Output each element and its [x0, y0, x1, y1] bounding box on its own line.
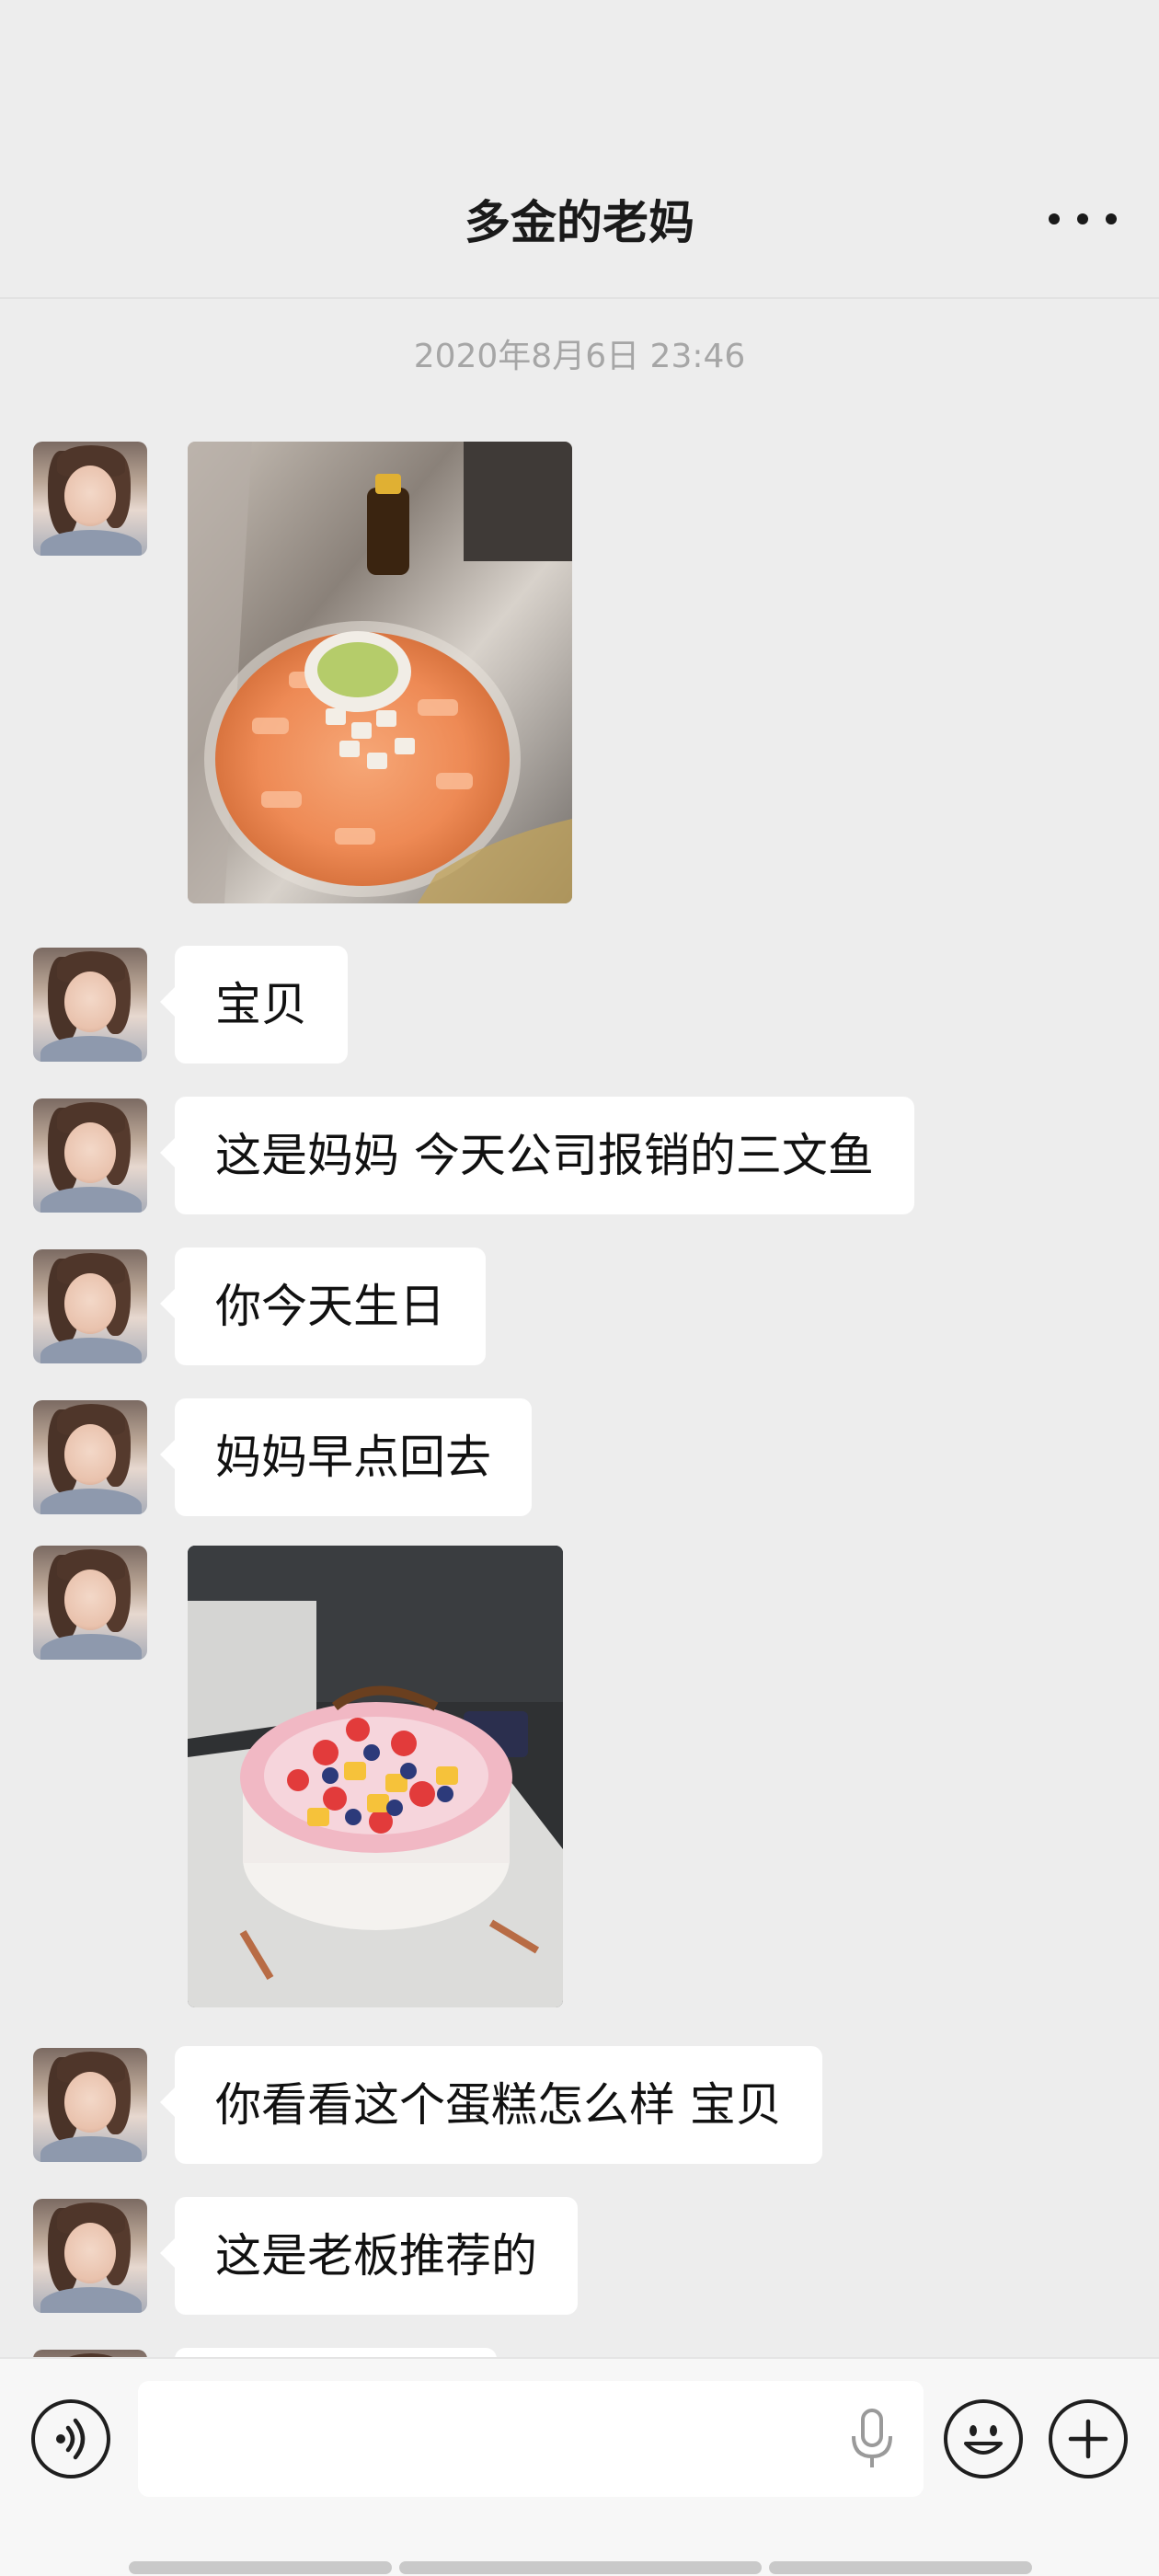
more-icon-dot [1077, 213, 1088, 224]
salmon-sashimi-photo[interactable] [188, 442, 572, 903]
message-bubble[interactable]: 这是老板推荐的 [160, 2197, 578, 2315]
message-list[interactable]: 2020年8月6日 23:46 宝贝 这是妈妈 今天公司报销的三文鱼 你今天生日… [0, 300, 1159, 2357]
input-bar [0, 2357, 1159, 2576]
message-bubble[interactable]: 你今天生日 [160, 1248, 486, 1365]
more-icon-dot [1106, 213, 1117, 224]
avatar[interactable] [33, 2350, 147, 2357]
avatar[interactable] [33, 442, 147, 556]
avatar[interactable] [33, 948, 147, 1062]
avatar[interactable] [33, 1098, 147, 1213]
chat-header: 多金的老妈 [0, 120, 1159, 299]
message-input[interactable] [138, 2381, 924, 2497]
message-bubble[interactable]: 这是妈妈 今天公司报销的三文鱼 [160, 1097, 914, 1214]
nav-gesture-bar[interactable] [769, 2561, 1032, 2574]
avatar[interactable] [33, 2048, 147, 2162]
avatar[interactable] [33, 2199, 147, 2313]
fruit-cake-photo[interactable] [188, 1546, 563, 2007]
message-bubble[interactable]: 你看看这个蛋糕怎么样 宝贝 [160, 2046, 822, 2164]
avatar[interactable] [33, 1400, 147, 1514]
more-options-button[interactable] [1049, 201, 1117, 237]
nav-gesture-bar[interactable] [129, 2561, 392, 2574]
nav-gesture-bar[interactable] [399, 2561, 762, 2574]
emoji-icon[interactable] [944, 2399, 1023, 2478]
avatar[interactable] [33, 1249, 147, 1363]
status-bar [0, 0, 1159, 120]
avatar[interactable] [33, 1546, 147, 1660]
voice-icon[interactable] [31, 2399, 110, 2478]
message-bubble-partial[interactable] [175, 2348, 497, 2357]
chat-title: 多金的老妈 [465, 196, 694, 249]
more-icon-dot [1049, 213, 1060, 224]
microphone-icon[interactable] [844, 2407, 900, 2473]
message-bubble[interactable]: 宝贝 [160, 946, 348, 1064]
message-timestamp: 2020年8月6日 23:46 [413, 338, 746, 375]
plus-icon[interactable] [1049, 2399, 1128, 2478]
message-bubble[interactable]: 妈妈早点回去 [160, 1398, 532, 1516]
